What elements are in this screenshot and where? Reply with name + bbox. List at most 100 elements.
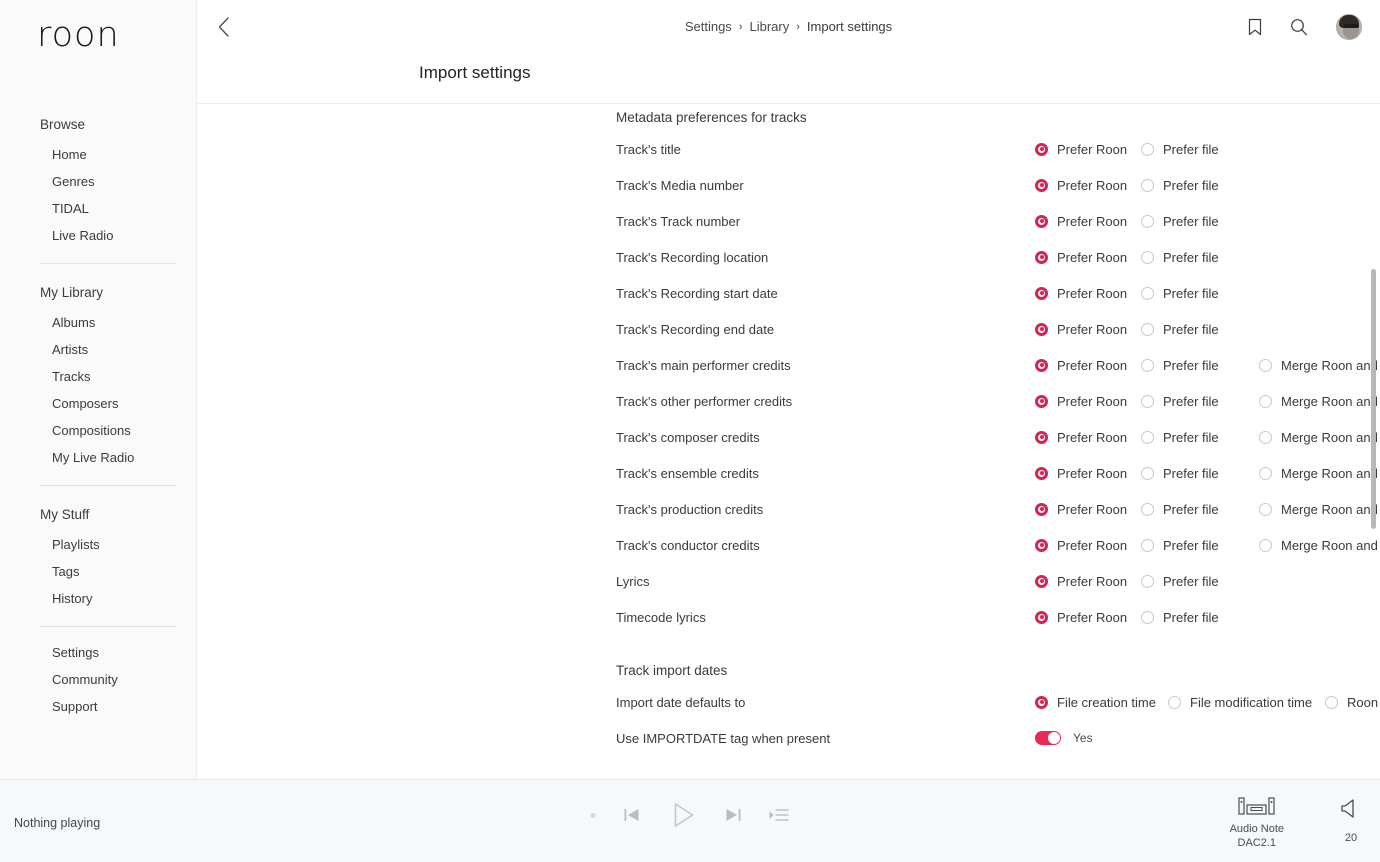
radio-option-prefer-roon[interactable]: Prefer Roon <box>1035 574 1141 589</box>
queue-button[interactable] <box>769 807 790 823</box>
zone-selector[interactable]: Audio Note DAC2.1 <box>1230 796 1284 850</box>
sidebar-item-live-radio[interactable]: Live Radio <box>0 222 196 249</box>
radio-option-prefer-file[interactable]: Prefer file <box>1141 574 1259 589</box>
setting-label: Track's main performer credits <box>616 357 791 373</box>
setting-options: Prefer Roon Prefer file <box>1035 574 1259 589</box>
setting-options: Prefer Roon Prefer file <box>1035 214 1259 229</box>
radio-option-prefer-roon[interactable]: Prefer Roon <box>1035 250 1141 265</box>
bookmark-button[interactable] <box>1248 18 1262 36</box>
sidebar-item-playlists[interactable]: Playlists <box>0 531 196 558</box>
previous-track-button[interactable] <box>622 805 642 825</box>
setting-label: Track's Recording end date <box>616 321 775 337</box>
sidebar-item-genres[interactable]: Genres <box>0 168 196 195</box>
radio-option-prefer-roon[interactable]: Prefer Roon <box>1035 538 1141 553</box>
setting-label: Track's title <box>616 141 681 157</box>
setting-label: Use IMPORTDATE tag when present <box>616 730 831 746</box>
radio-option-prefer-file[interactable]: Prefer file <box>1141 250 1259 265</box>
sidebar-item-community[interactable]: Community <box>0 666 196 693</box>
sidebar-item-tags[interactable]: Tags <box>0 558 196 585</box>
sidebar-item-history[interactable]: History <box>0 585 196 612</box>
radio-option-prefer-file[interactable]: Prefer file <box>1141 178 1259 193</box>
radio-option-label: Prefer file <box>1163 141 1219 157</box>
radio-option-merge-roon-and-file[interactable]: Merge Roon and file <box>1259 502 1380 517</box>
radio-option-roon-import-timestamp[interactable]: Roon import timestamp <box>1325 695 1380 710</box>
radio-option-merge-roon-and-file[interactable]: Merge Roon and file <box>1259 538 1380 553</box>
avatar[interactable] <box>1336 13 1362 40</box>
radio-option-file-modification-time[interactable]: File modification time <box>1168 695 1325 710</box>
radio-selected-icon <box>1035 695 1048 709</box>
radio-option-file-creation-time[interactable]: File creation time <box>1035 695 1168 710</box>
radio-option-label: Merge Roon and file <box>1281 429 1380 445</box>
radio-option-prefer-roon[interactable]: Prefer Roon <box>1035 466 1141 481</box>
radio-option-prefer-file[interactable]: Prefer file <box>1141 610 1259 625</box>
toggle-knob <box>1048 732 1060 744</box>
importdate-toggle[interactable] <box>1035 731 1061 745</box>
radio-option-prefer-file[interactable]: Prefer file <box>1141 286 1259 301</box>
sidebar-item-composers[interactable]: Composers <box>0 390 196 417</box>
radio-option-prefer-file[interactable]: Prefer file <box>1141 466 1259 481</box>
sidebar-item-home[interactable]: Home <box>0 141 196 168</box>
radio-option-label: Prefer Roon <box>1057 249 1128 265</box>
radio-option-merge-roon-and-file[interactable]: Merge Roon and file <box>1259 358 1380 373</box>
radio-option-merge-roon-and-file[interactable]: Merge Roon and file <box>1259 466 1380 481</box>
top-bar: Settings › Library › Import settings <box>197 0 1380 53</box>
setting-label: Track's conductor credits <box>616 537 760 553</box>
setting-row: Track's title Prefer Roon Prefer file <box>197 131 1380 167</box>
radio-selected-icon <box>1035 538 1048 552</box>
now-playing-status: Nothing playing <box>14 816 101 830</box>
breadcrumb-separator-icon: › <box>796 20 800 33</box>
breadcrumb-settings[interactable]: Settings <box>685 19 732 34</box>
radio-option-prefer-roon[interactable]: Prefer Roon <box>1035 358 1141 373</box>
sidebar-item-settings[interactable]: Settings <box>0 639 196 666</box>
radio-option-prefer-file[interactable]: Prefer file <box>1141 214 1259 229</box>
breadcrumb-import-settings[interactable]: Import settings <box>807 19 892 34</box>
radio-option-prefer-file[interactable]: Prefer file <box>1141 538 1259 553</box>
radio-option-prefer-file[interactable]: Prefer file <box>1141 394 1259 409</box>
radio-option-label: Prefer file <box>1163 213 1219 229</box>
radio-option-prefer-roon[interactable]: Prefer Roon <box>1035 394 1141 409</box>
radio-option-prefer-roon[interactable]: Prefer Roon <box>1035 610 1141 625</box>
play-button[interactable] <box>668 800 698 830</box>
search-button[interactable] <box>1290 18 1308 36</box>
radio-option-prefer-roon[interactable]: Prefer Roon <box>1035 502 1141 517</box>
radio-unselected-icon <box>1141 214 1154 228</box>
sidebar-item-tracks[interactable]: Tracks <box>0 363 196 390</box>
sidebar-item-tidal[interactable]: TIDAL <box>0 195 196 222</box>
radio-option-label: File creation time <box>1057 694 1156 710</box>
sidebar-nav: Browse Home Genres TIDAL Live Radio My Librar… <box>0 53 196 720</box>
radio-option-label: Prefer Roon <box>1057 429 1128 445</box>
radio-option-prefer-roon[interactable]: Prefer Roon <box>1035 178 1141 193</box>
radio-selected-icon <box>1035 286 1048 300</box>
next-track-button[interactable] <box>724 805 744 825</box>
setting-row: Track's Recording location Prefer Roon Pre… <box>197 239 1380 275</box>
radio-option-prefer-roon[interactable]: Prefer Roon <box>1035 430 1141 445</box>
radio-option-label: Prefer file <box>1163 573 1219 589</box>
radio-option-prefer-roon[interactable]: Prefer Roon <box>1035 142 1141 157</box>
back-button[interactable] <box>203 7 243 47</box>
radio-option-prefer-file[interactable]: Prefer file <box>1141 322 1259 337</box>
radio-option-label: Prefer Roon <box>1057 357 1128 373</box>
breadcrumb-library[interactable]: Library <box>749 19 789 34</box>
radio-option-merge-roon-and-file[interactable]: Merge Roon and file <box>1259 430 1380 445</box>
queue-icon <box>769 809 789 821</box>
radio-option-prefer-file[interactable]: Prefer file <box>1141 430 1259 445</box>
radio-option-prefer-roon[interactable]: Prefer Roon <box>1035 214 1141 229</box>
sidebar-item-compositions[interactable]: Compositions <box>0 417 196 444</box>
radio-option-prefer-roon[interactable]: Prefer Roon <box>1035 322 1141 337</box>
vertical-scrollbar[interactable] <box>1371 269 1376 529</box>
radio-selected-icon <box>1035 502 1048 516</box>
radio-option-prefer-file[interactable]: Prefer file <box>1141 358 1259 373</box>
radio-option-prefer-roon[interactable]: Prefer Roon <box>1035 286 1141 301</box>
roon-logo[interactable]: roon <box>0 0 196 53</box>
sidebar-item-artists[interactable]: Artists <box>0 336 196 363</box>
sidebar-item-support[interactable]: Support <box>0 693 196 720</box>
volume-value: 20 <box>1344 832 1358 844</box>
radio-option-prefer-file[interactable]: Prefer file <box>1141 502 1259 517</box>
setting-options: Prefer Roon Prefer file Merge Roon and fil… <box>1035 538 1380 553</box>
sidebar-item-albums[interactable]: Albums <box>0 309 196 336</box>
volume-control[interactable]: 20 <box>1340 798 1362 844</box>
radio-option-merge-roon-and-file[interactable]: Merge Roon and file <box>1259 394 1380 409</box>
radio-option-prefer-file[interactable]: Prefer file <box>1141 142 1259 157</box>
sidebar-item-my-live-radio[interactable]: My Live Radio <box>0 444 196 471</box>
